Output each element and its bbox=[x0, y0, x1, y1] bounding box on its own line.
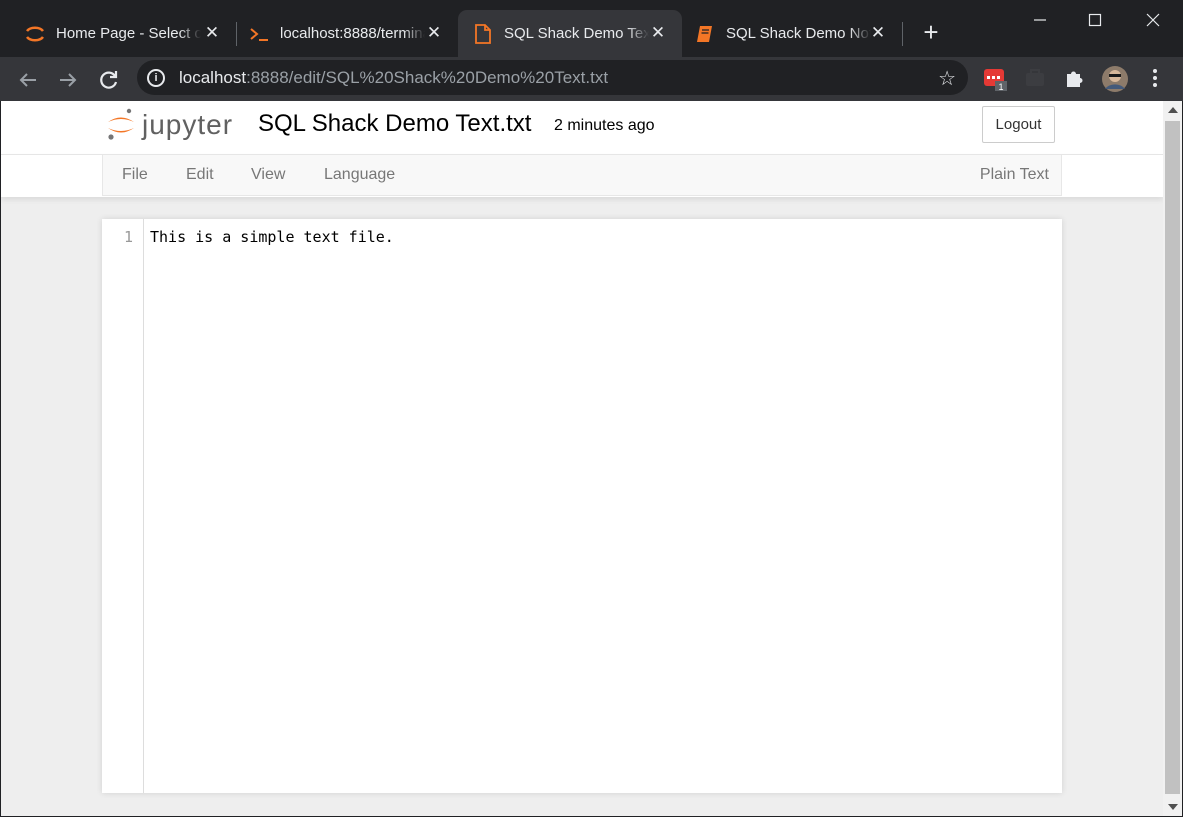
terminal-icon bbox=[248, 23, 270, 45]
jupyter-logo[interactable]: jupyter bbox=[106, 107, 233, 143]
extension-badge: 1 bbox=[998, 82, 1003, 91]
tab-home-page[interactable]: Home Page - Select or create a notebook … bbox=[0, 10, 236, 57]
forward-arrow-icon[interactable] bbox=[53, 65, 83, 95]
menu-edit[interactable]: Edit bbox=[186, 166, 214, 184]
tab-notebook[interactable]: SQL Shack Demo Notebook ✕ bbox=[682, 10, 902, 57]
logout-button[interactable]: Logout bbox=[982, 106, 1055, 143]
notebook-icon bbox=[694, 23, 716, 45]
puzzle-piece-icon[interactable] bbox=[1062, 65, 1088, 91]
text-editor[interactable]: 1 This is a simple text file. bbox=[102, 219, 1062, 793]
close-icon[interactable]: ✕ bbox=[202, 23, 222, 43]
new-tab-button[interactable]: + bbox=[918, 19, 944, 46]
tab-title: Home Page - Select or create a notebook bbox=[56, 25, 201, 42]
maximize-icon[interactable] bbox=[1082, 8, 1108, 32]
tab-title: localhost:8888/terminals/1 bbox=[280, 25, 425, 42]
scrollbar-thumb[interactable] bbox=[1165, 121, 1180, 794]
page-viewport: jupyter SQL Shack Demo Text.txt 2 minute… bbox=[1, 101, 1163, 816]
menubar: File Edit View Language Plain Text bbox=[102, 155, 1062, 196]
file-icon bbox=[472, 23, 494, 45]
jupyter-logo-icon bbox=[108, 108, 134, 140]
url-text[interactable]: localhost:8888/edit/SQL%20Shack%20Demo%2… bbox=[179, 68, 608, 88]
line-number-gutter: 1 bbox=[102, 219, 144, 793]
scroll-up-icon[interactable] bbox=[1168, 107, 1178, 113]
tab-terminal[interactable]: localhost:8888/terminals/1 ✕ bbox=[236, 10, 458, 57]
extension-icon[interactable]: 1 bbox=[982, 65, 1008, 92]
extension-dimmed-icon[interactable] bbox=[1022, 65, 1048, 91]
close-icon[interactable]: ✕ bbox=[424, 23, 444, 43]
close-icon[interactable]: ✕ bbox=[648, 23, 668, 43]
mode-indicator: Plain Text bbox=[979, 166, 1049, 183]
menu-file[interactable]: File bbox=[122, 166, 148, 184]
line-number: 1 bbox=[123, 228, 133, 246]
tab-separator bbox=[902, 22, 903, 46]
address-bar[interactable]: i localhost:8888/edit/SQL%20Shack%20Demo… bbox=[137, 60, 968, 95]
menu-view[interactable]: View bbox=[251, 166, 285, 184]
minimize-icon[interactable] bbox=[1027, 8, 1053, 32]
menu-language[interactable]: Language bbox=[324, 166, 395, 184]
more-menu-icon[interactable] bbox=[1142, 65, 1168, 91]
code-line[interactable]: This is a simple text file. bbox=[150, 228, 394, 246]
reload-icon[interactable] bbox=[94, 65, 124, 95]
browser-toolbar: i localhost:8888/edit/SQL%20Shack%20Demo… bbox=[0, 57, 1183, 101]
file-name[interactable]: SQL Shack Demo Text.txt bbox=[258, 110, 531, 138]
tab-title: SQL Shack Demo Text.txt bbox=[504, 25, 649, 42]
page-scrollbar[interactable] bbox=[1163, 101, 1182, 816]
window-close-icon[interactable] bbox=[1140, 8, 1166, 32]
browser-tab-strip: Home Page - Select or create a notebook … bbox=[0, 0, 1183, 57]
profile-avatar[interactable] bbox=[1101, 65, 1128, 92]
back-arrow-icon[interactable] bbox=[13, 65, 43, 95]
scroll-down-icon[interactable] bbox=[1168, 804, 1178, 810]
tab-title: SQL Shack Demo Notebook bbox=[726, 25, 871, 42]
menubar-container: File Edit View Language Plain Text bbox=[1, 155, 1163, 197]
last-saved: 2 minutes ago bbox=[554, 117, 655, 134]
jupyter-header: jupyter SQL Shack Demo Text.txt 2 minute… bbox=[1, 101, 1163, 155]
bookmark-star-icon[interactable]: ☆ bbox=[938, 66, 956, 91]
site-info-icon[interactable]: i bbox=[147, 68, 165, 87]
jupyter-icon bbox=[24, 23, 46, 45]
jupyter-logo-text: jupyter bbox=[142, 109, 234, 140]
close-icon[interactable]: ✕ bbox=[868, 23, 888, 43]
tab-text-file[interactable]: SQL Shack Demo Text.txt ✕ bbox=[458, 10, 682, 57]
